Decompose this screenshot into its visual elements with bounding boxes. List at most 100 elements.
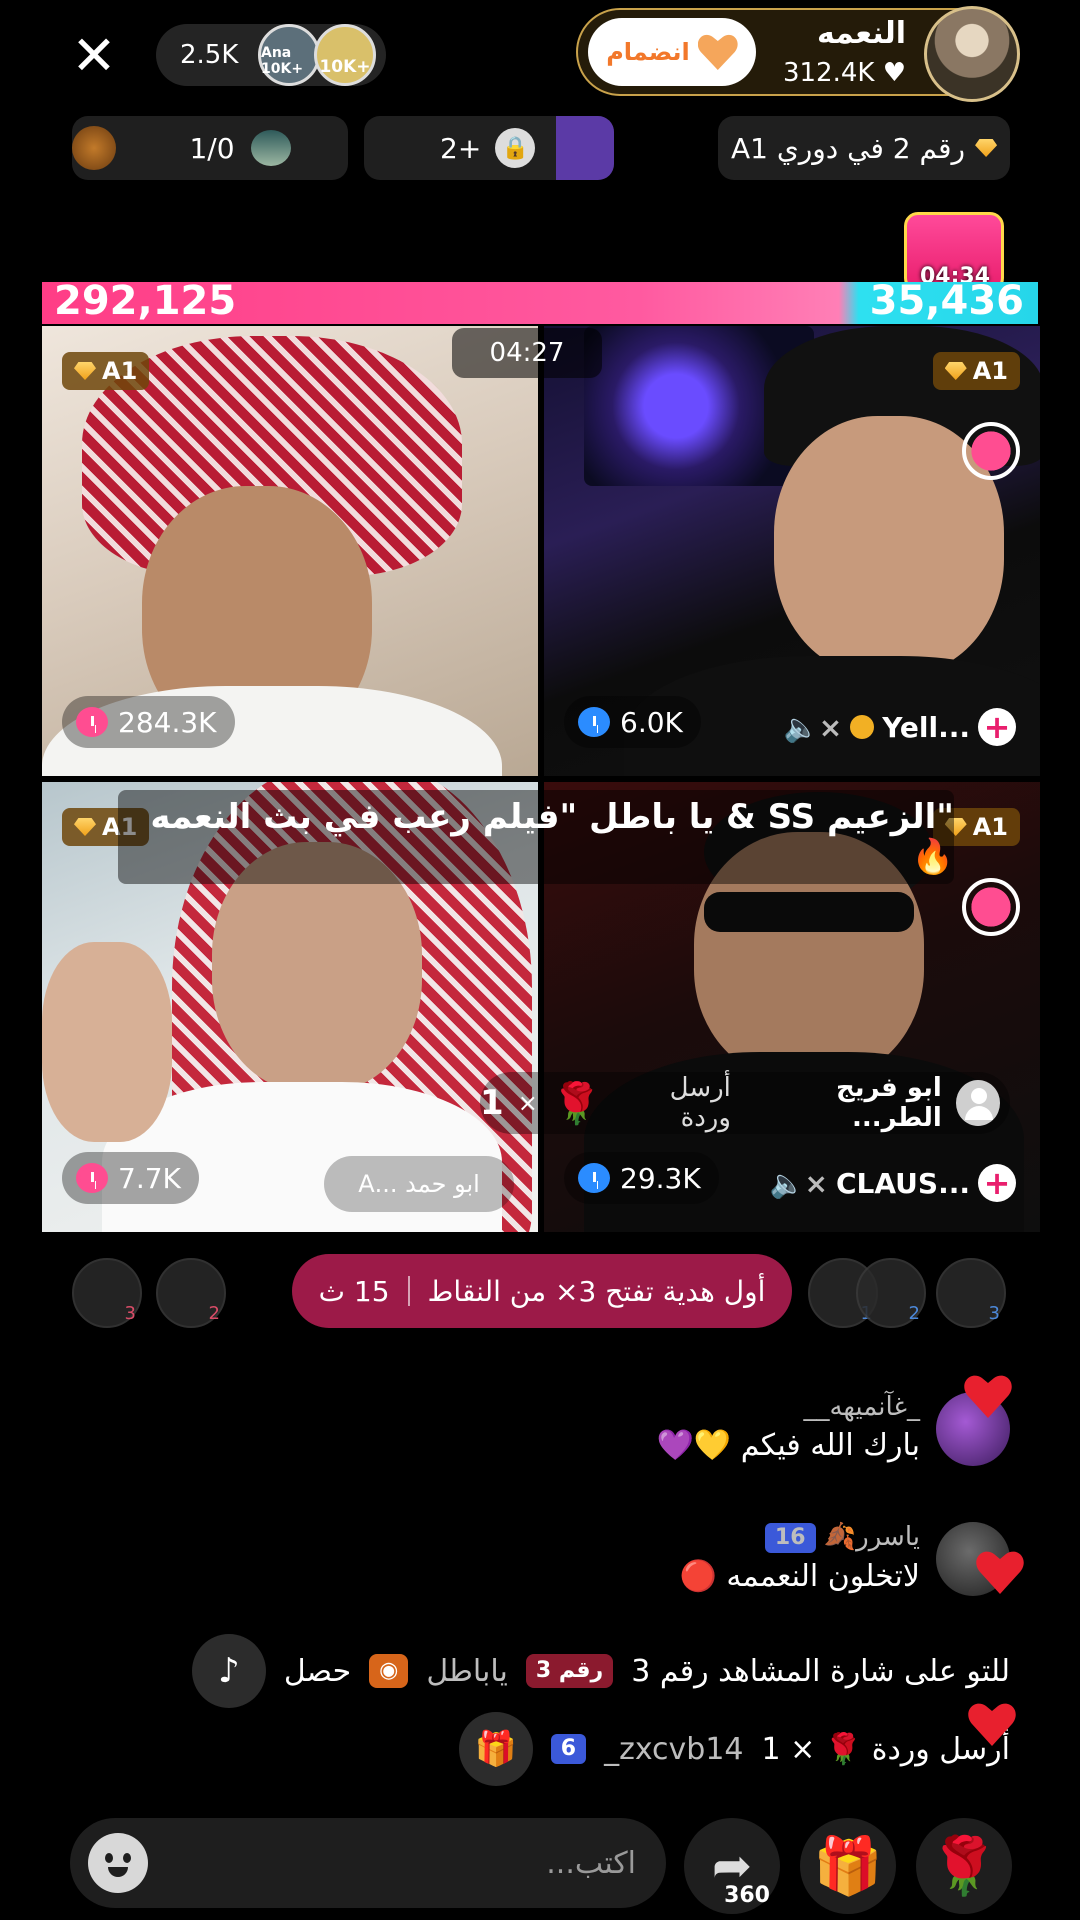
first-gift-promo[interactable]: أول هدية تفتح 3× من النقاط 15 ث: [292, 1254, 792, 1328]
join-label: انضمام: [606, 38, 690, 66]
rose-icon: 🌹: [929, 1834, 999, 1899]
tile-name[interactable]: 🔈× Yell... +: [784, 708, 1016, 746]
heart-plus-icon: [698, 34, 738, 70]
tile-points: 7.7K: [62, 1152, 199, 1204]
slot-right-2[interactable]: 2: [856, 1258, 926, 1328]
purple-accent: [556, 116, 614, 180]
league-badge: A1: [62, 352, 150, 390]
promo-time: 15 ث: [318, 1274, 390, 1308]
alarm-icon: [578, 1163, 610, 1193]
diamond-icon: [975, 139, 998, 157]
emoji-icon[interactable]: [88, 1833, 148, 1893]
badge-label: A1: [972, 357, 1008, 385]
promo-divider: [407, 1276, 410, 1306]
slot-number: 3: [124, 1303, 136, 1324]
battle-score-left: 292,125: [54, 278, 237, 324]
video-tile-2[interactable]: A1 6.0K 🔈× Yell... +: [544, 326, 1040, 776]
level-badge: 16: [764, 1522, 816, 1553]
sunglasses: [704, 892, 914, 932]
slot-2[interactable]: 2: [156, 1258, 226, 1328]
points-value: 7.7K: [118, 1161, 181, 1195]
tiktok-icon: ♪: [191, 1634, 266, 1708]
sys-text: للتو على شارة المشاهد رقم 3: [631, 1653, 1010, 1689]
join-button[interactable]: انضمام: [588, 18, 756, 86]
lock-slots[interactable]: 2+ 🔒: [364, 116, 614, 180]
tile-name[interactable]: 🔈× CLAUS... +: [770, 1164, 1016, 1202]
sys-user[interactable]: zxcvb14_: [604, 1732, 743, 1767]
diamond-icon: [74, 362, 96, 380]
tile-name-label: CLAUS...: [835, 1166, 970, 1200]
boost-glove-icon[interactable]: [962, 878, 1020, 936]
alarm-icon: [76, 1163, 108, 1193]
battle-score-right: 35,436: [869, 278, 1024, 324]
gift-count: 1: [480, 1083, 504, 1123]
badge-label: A1: [102, 357, 138, 385]
follow-plus-button[interactable]: +: [978, 708, 1016, 746]
badge-label: A1: [972, 813, 1008, 841]
diamond-icon: [944, 362, 967, 380]
viewer-badge-1: Ana 10K+: [261, 45, 304, 77]
gift-times: ×: [517, 1089, 538, 1117]
points-value: 6.0K: [620, 705, 683, 739]
slot-right-3[interactable]: 3: [936, 1258, 1006, 1328]
battle-timer-label: 04:27: [489, 338, 565, 368]
gift-button[interactable]: 🎁: [800, 1818, 896, 1914]
boost-glove-icon[interactable]: [962, 422, 1020, 480]
gold-badge-icon: [850, 715, 875, 739]
match-score-label: 1/0: [189, 131, 235, 165]
tile-points: 29.3K: [564, 1152, 719, 1204]
host-card[interactable]: انضمام النعمه 312.4K ♥: [576, 6, 1020, 102]
heart-icon: ♥: [882, 58, 906, 88]
rose-gift-button[interactable]: 🌹: [916, 1818, 1012, 1914]
sys-user[interactable]: ياباطل: [426, 1654, 508, 1689]
chat-text: بارك الله فيكم 💛💜: [656, 1428, 920, 1463]
trophy-icon: [72, 126, 116, 170]
slot-number: 3: [988, 1303, 1000, 1324]
follow-plus-button[interactable]: +: [978, 1164, 1016, 1202]
tile-points: 284.3K: [62, 696, 235, 748]
flag-icon: [250, 130, 291, 166]
system-message-gift: 🎁 6 zxcvb14_ أرسل وردة 🌹 × 1: [458, 1712, 1010, 1786]
promo-text: أول هدية تفتح 3× من النقاط: [427, 1274, 766, 1308]
badge-icon: ◉: [369, 1654, 409, 1688]
viewer-count-label: 2.5K: [180, 40, 239, 70]
match-score[interactable]: 1/0: [72, 116, 348, 180]
gift-user: ابو فريج الطر...: [836, 1073, 942, 1133]
chat-username-row: ياسرر🍂 16: [680, 1522, 920, 1553]
tile-name-label: Yell...: [882, 710, 970, 744]
host-avatar[interactable]: [924, 6, 1020, 102]
chat-username[interactable]: _غآنميهه__: [657, 1392, 920, 1422]
stream-caption: "الزعيم SS & يا باطل "فيلم رعب في بث الن…: [118, 790, 954, 884]
slot-locked-1[interactable]: 3: [72, 1258, 142, 1328]
top-viewer-avatar-2[interactable]: 10K+: [314, 24, 376, 86]
lock-icon: 🔒: [495, 128, 536, 168]
lock-count: 2+: [440, 131, 482, 165]
diamond-icon: [74, 818, 96, 836]
tile-3-name[interactable]: ابو حمد ...A: [324, 1156, 514, 1212]
gift-notification: ابو فريج الطر... أرسل وردة 🌹 × 1: [480, 1072, 1010, 1134]
close-button[interactable]: ✕: [66, 28, 122, 84]
gift-icon: 🎁: [813, 1834, 883, 1899]
muted-speaker-icon: 🔈×: [769, 1166, 828, 1200]
share-count: 360: [724, 1883, 770, 1908]
viewer-count[interactable]: 2.5K Ana 10K+ 10K+: [156, 24, 386, 86]
chat-text: لاتخلون النعممه 🔴: [679, 1558, 920, 1594]
league-rank-label: رقم 2 في دوري A1: [730, 131, 966, 165]
gift-action: أرسل وردة: [669, 1073, 731, 1133]
video-tile-1[interactable]: A1 284.3K: [42, 326, 538, 776]
league-rank[interactable]: رقم 2 في دوري A1: [718, 116, 1010, 180]
rose-icon: 🌹: [551, 1080, 602, 1127]
league-badge: A1: [932, 352, 1020, 390]
tile-points: 6.0K: [564, 696, 701, 748]
slot-number: 2: [208, 1303, 220, 1324]
chat-username[interactable]: ياسرر🍂: [824, 1522, 920, 1552]
user-avatar: [955, 1080, 1000, 1126]
slot-number: 2: [908, 1303, 920, 1324]
top-viewer-avatar-1[interactable]: Ana 10K+: [258, 24, 320, 86]
system-message-badge: ♪ حصل ◉ ياباطل رقم 3 للتو على شارة المشا…: [191, 1634, 1010, 1708]
alarm-icon: [76, 707, 108, 737]
points-value: 29.3K: [620, 1161, 701, 1195]
battle-timer: 04:27: [452, 328, 602, 378]
share-button[interactable]: ➦ 360: [684, 1818, 780, 1914]
comment-input[interactable]: اكتب...: [70, 1818, 666, 1908]
